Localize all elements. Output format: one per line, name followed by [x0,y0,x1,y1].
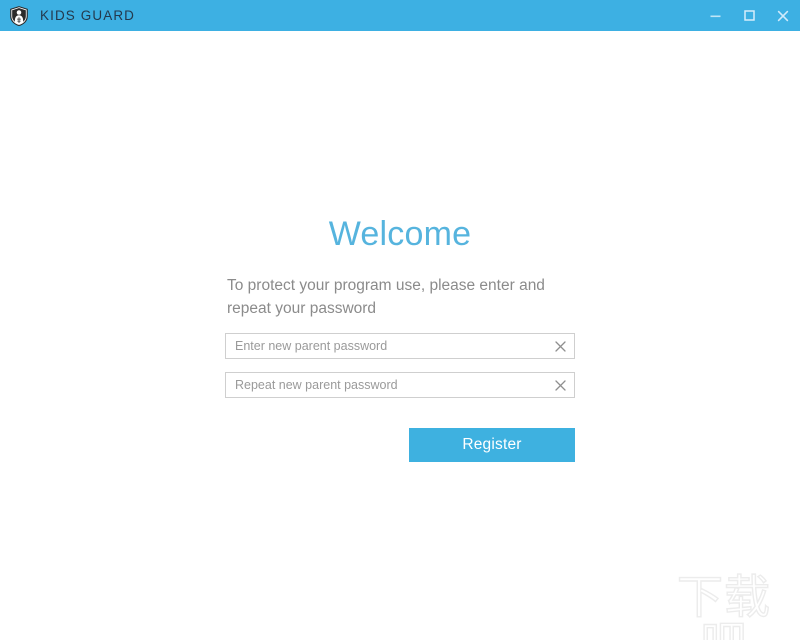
watermark: 下载吧 www.xiazaiba.com [654,560,794,640]
app-window: KIDS GUARD Welcome To protect your progr… [0,0,800,640]
new-password-input[interactable] [226,334,574,359]
clear-repeat-password-icon[interactable] [552,377,568,393]
app-title: KIDS GUARD [40,8,136,23]
close-x-icon [554,380,566,391]
close-x-icon [554,341,566,352]
repeat-password-field-row[interactable] [225,372,575,399]
clear-new-password-icon[interactable] [552,338,568,354]
page-title: Welcome [328,215,472,253]
maximize-icon [743,10,755,21]
repeat-password-input[interactable] [226,373,574,398]
close-button[interactable] [766,0,800,31]
maximize-button[interactable] [732,0,766,31]
registration-panel: Welcome To protect your program use, ple… [225,215,575,463]
close-icon [777,10,789,21]
page-subtitle: To protect your program use, please ente… [227,277,545,317]
minimize-icon [710,15,720,18]
title-bar[interactable]: KIDS GUARD [0,0,800,31]
window-controls [698,0,800,31]
register-button[interactable]: Register [409,428,575,463]
register-button-row: Register [225,428,575,463]
minimize-button[interactable] [698,0,732,31]
content-area: Welcome To protect your program use, ple… [0,31,800,640]
watermark-mark: 下载吧 [676,570,771,640]
shield-person-icon [10,5,28,26]
new-password-field-row[interactable] [225,333,575,360]
